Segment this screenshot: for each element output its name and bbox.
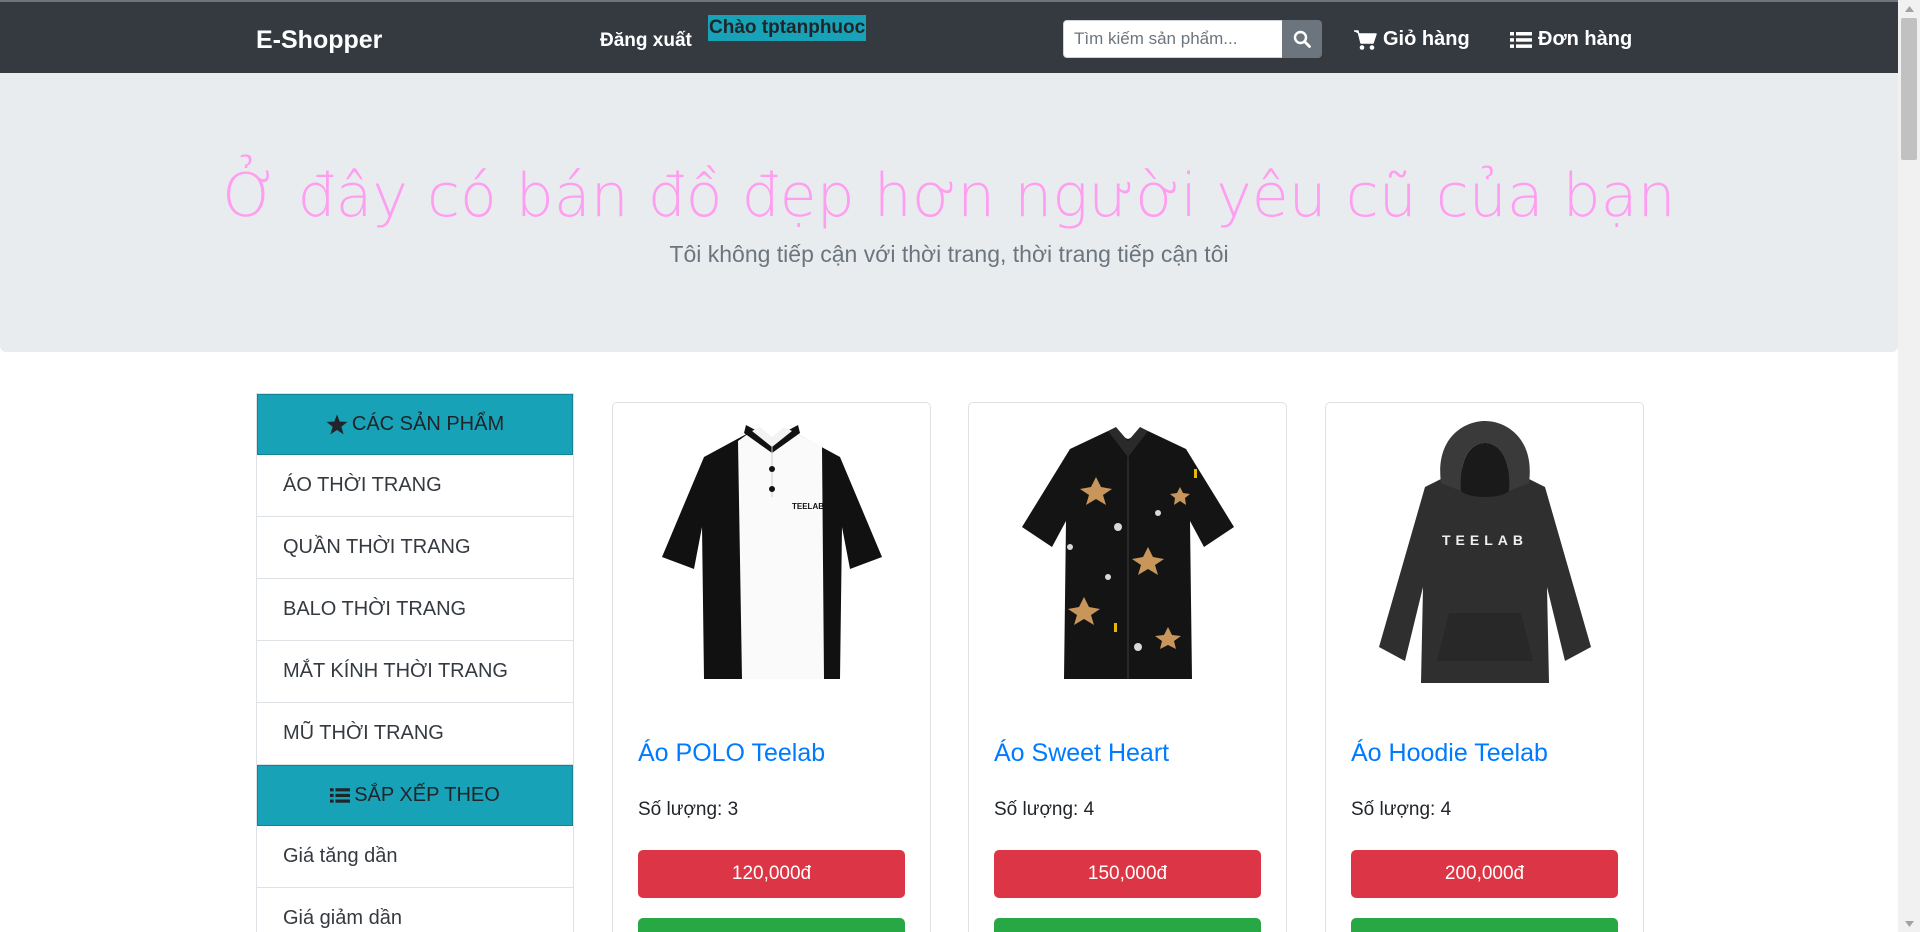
product-title[interactable]: Áo Sweet Heart bbox=[994, 739, 1169, 768]
product-logo-text: TEELAB bbox=[792, 502, 824, 511]
product-logo-text: TEELAB bbox=[1442, 532, 1528, 548]
sort-price-asc[interactable]: Giá tăng dần bbox=[257, 826, 573, 888]
product-quantity: Số lượng: 3 bbox=[638, 799, 739, 820]
product-card: TEELAB Áo POLO Teelab Số lượng: 3 120,00… bbox=[612, 402, 931, 932]
patterned-shirt-image bbox=[1022, 427, 1234, 679]
hoodie-image: TEELAB bbox=[1379, 421, 1591, 683]
list-icon bbox=[330, 788, 351, 803]
orders-link[interactable]: Đơn hàng bbox=[1510, 28, 1632, 51]
sort-price-desc[interactable]: Giá giảm dần bbox=[257, 888, 573, 932]
sidebar-item-mat-kinh[interactable]: MẮT KÍNH THỜI TRANG bbox=[257, 641, 573, 703]
sidebar-item-balo[interactable]: BALO THỜI TRANG bbox=[257, 579, 573, 641]
search-input[interactable] bbox=[1063, 20, 1283, 58]
hero-banner: Ở đây có bán đồ đẹp hơn người yêu cũ của… bbox=[0, 73, 1898, 352]
navbar: E-Shopper Đăng xuất Chào tptanphuoc Giỏ … bbox=[0, 2, 1898, 73]
scroll-up-arrow[interactable] bbox=[1898, 0, 1920, 17]
polo-shirt-image: TEELAB bbox=[662, 425, 882, 679]
hero-title: Ở đây có bán đồ đẹp hơn người yêu cũ của… bbox=[222, 161, 1676, 231]
product-image[interactable]: TEELAB bbox=[637, 417, 907, 687]
brand-logo[interactable]: E-Shopper bbox=[256, 26, 382, 55]
product-title[interactable]: Áo Hoodie Teelab bbox=[1351, 739, 1548, 768]
search-icon bbox=[1293, 30, 1311, 48]
list-icon bbox=[1510, 31, 1532, 48]
add-to-cart-button[interactable] bbox=[1351, 918, 1618, 932]
product-quantity: Số lượng: 4 bbox=[1351, 799, 1452, 820]
price-button[interactable]: 200,000đ bbox=[1351, 850, 1618, 898]
page-scrollbar[interactable] bbox=[1898, 0, 1920, 932]
shopping-cart-icon bbox=[1354, 29, 1377, 50]
star-icon bbox=[326, 414, 348, 435]
product-image[interactable] bbox=[993, 417, 1263, 687]
product-image[interactable]: TEELAB bbox=[1350, 417, 1620, 687]
product-card: TEELAB Áo Hoodie Teelab Số lượng: 4 200,… bbox=[1325, 402, 1644, 932]
product-title[interactable]: Áo POLO Teelab bbox=[638, 739, 825, 768]
scrollbar-thumb[interactable] bbox=[1901, 18, 1917, 160]
price-button[interactable]: 120,000đ bbox=[638, 850, 905, 898]
sidebar: CÁC SẢN PHẨM ÁO THỜI TRANG QUẦN THỜI TRA… bbox=[256, 393, 574, 932]
product-card: Áo Sweet Heart Số lượng: 4 150,000đ bbox=[968, 402, 1287, 932]
cart-link[interactable]: Giỏ hàng bbox=[1353, 28, 1470, 51]
sort-header: SẮP XẾP THEO bbox=[257, 765, 573, 826]
product-quantity: Số lượng: 4 bbox=[994, 799, 1095, 820]
chevron-up-icon bbox=[1904, 5, 1914, 12]
scroll-down-arrow[interactable] bbox=[1898, 915, 1920, 932]
logout-link[interactable]: Đăng xuất bbox=[600, 30, 692, 52]
add-to-cart-button[interactable] bbox=[994, 918, 1261, 932]
categories-header-label: CÁC SẢN PHẨM bbox=[351, 413, 505, 435]
greeting-badge: Chào tptanphuoc bbox=[708, 15, 867, 41]
categories-header: CÁC SẢN PHẨM bbox=[257, 394, 573, 455]
hero-subtitle: Tôi không tiếp cận với thời trang, thời … bbox=[669, 241, 1229, 267]
sidebar-item-quan[interactable]: QUẦN THỜI TRANG bbox=[257, 517, 573, 579]
search-button[interactable] bbox=[1282, 20, 1322, 58]
chevron-down-icon bbox=[1904, 920, 1914, 927]
add-to-cart-button[interactable] bbox=[638, 918, 905, 932]
sort-header-label: SẮP XẾP THEO bbox=[354, 784, 500, 806]
cart-label: Giỏ hàng bbox=[1383, 28, 1470, 50]
sidebar-item-mu[interactable]: MŨ THỜI TRANG bbox=[257, 703, 573, 765]
orders-label: Đơn hàng bbox=[1538, 28, 1633, 50]
page: E-Shopper Đăng xuất Chào tptanphuoc Giỏ … bbox=[0, 0, 1920, 932]
sidebar-item-ao[interactable]: ÁO THỜI TRANG bbox=[257, 455, 573, 517]
price-button[interactable]: 150,000đ bbox=[994, 850, 1261, 898]
